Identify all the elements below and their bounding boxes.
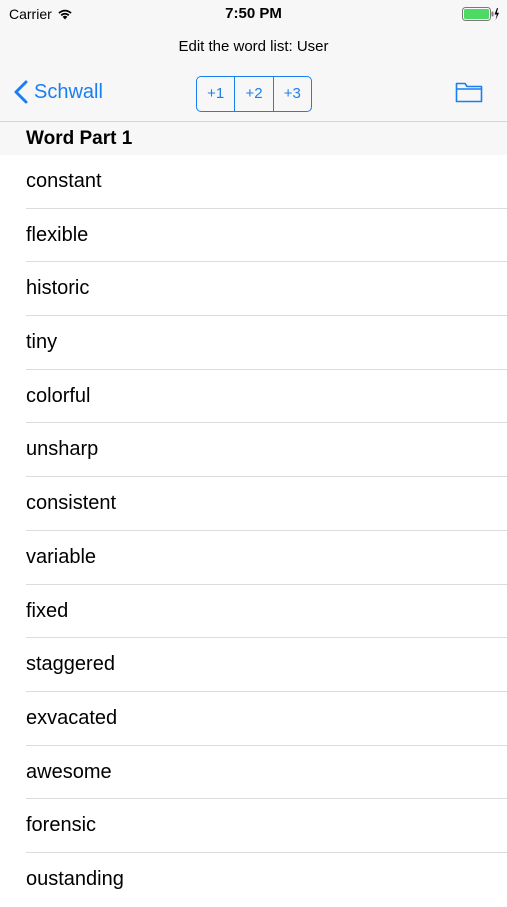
list-item-label: unsharp: [26, 438, 99, 461]
list-item-label: staggered: [26, 653, 115, 676]
list-item[interactable]: awesome: [0, 746, 507, 800]
list-item[interactable]: colorful: [0, 370, 507, 424]
navigation-bar: Carrier 7:50 PM Edit the word list: User…: [0, 0, 507, 122]
list-item[interactable]: fixed: [0, 585, 507, 639]
battery-icon: [462, 7, 500, 21]
section-header-title: Word Part 1: [26, 128, 133, 149]
list-item-label: constant: [26, 170, 102, 192]
section-header: Word Part 1: [0, 122, 507, 155]
list-item[interactable]: staggered: [0, 638, 507, 692]
segment-plus-2[interactable]: +2: [234, 77, 272, 111]
list-item-label: colorful: [26, 384, 91, 407]
chevron-left-icon: [14, 80, 28, 104]
list-item[interactable]: exvacated: [0, 692, 507, 746]
list-item[interactable]: constant: [0, 155, 507, 209]
list-item-label: fixed: [26, 599, 69, 622]
list-item[interactable]: tiny: [0, 316, 507, 370]
list-item-label: forensic: [26, 814, 97, 837]
list-item-label: awesome: [26, 760, 112, 783]
segment-plus-1[interactable]: +1: [197, 77, 234, 111]
folder-button[interactable]: [455, 80, 483, 109]
status-time: 7:50 PM: [225, 5, 282, 22]
list-item-label: flexible: [26, 223, 89, 246]
list-item-label: exvacated: [26, 706, 118, 729]
word-list: constant flexible historic tiny colorful…: [0, 155, 507, 907]
list-item-label: tiny: [26, 331, 58, 354]
list-item-label: consistent: [26, 492, 117, 515]
segment-plus-3[interactable]: +3: [272, 77, 311, 111]
list-item[interactable]: consistent: [0, 477, 507, 531]
list-item[interactable]: forensic: [0, 799, 507, 853]
back-button-label: Schwall: [34, 80, 103, 103]
list-item[interactable]: unsharp: [0, 423, 507, 477]
list-item-label: historic: [26, 277, 90, 300]
list-item[interactable]: flexible: [0, 209, 507, 263]
list-item[interactable]: oustanding: [0, 853, 507, 907]
list-item-label: oustanding: [26, 867, 124, 890]
list-item-label: variable: [26, 545, 97, 568]
folder-icon: [455, 82, 483, 103]
list-item[interactable]: historic: [0, 262, 507, 316]
list-item[interactable]: variable: [0, 531, 507, 585]
page-title: Edit the word list: User: [178, 38, 329, 55]
status-bar: Carrier 7:50 PM: [0, 0, 507, 28]
increment-segmented-control[interactable]: +1 +2 +3: [196, 76, 312, 112]
back-button[interactable]: Schwall: [14, 80, 103, 104]
